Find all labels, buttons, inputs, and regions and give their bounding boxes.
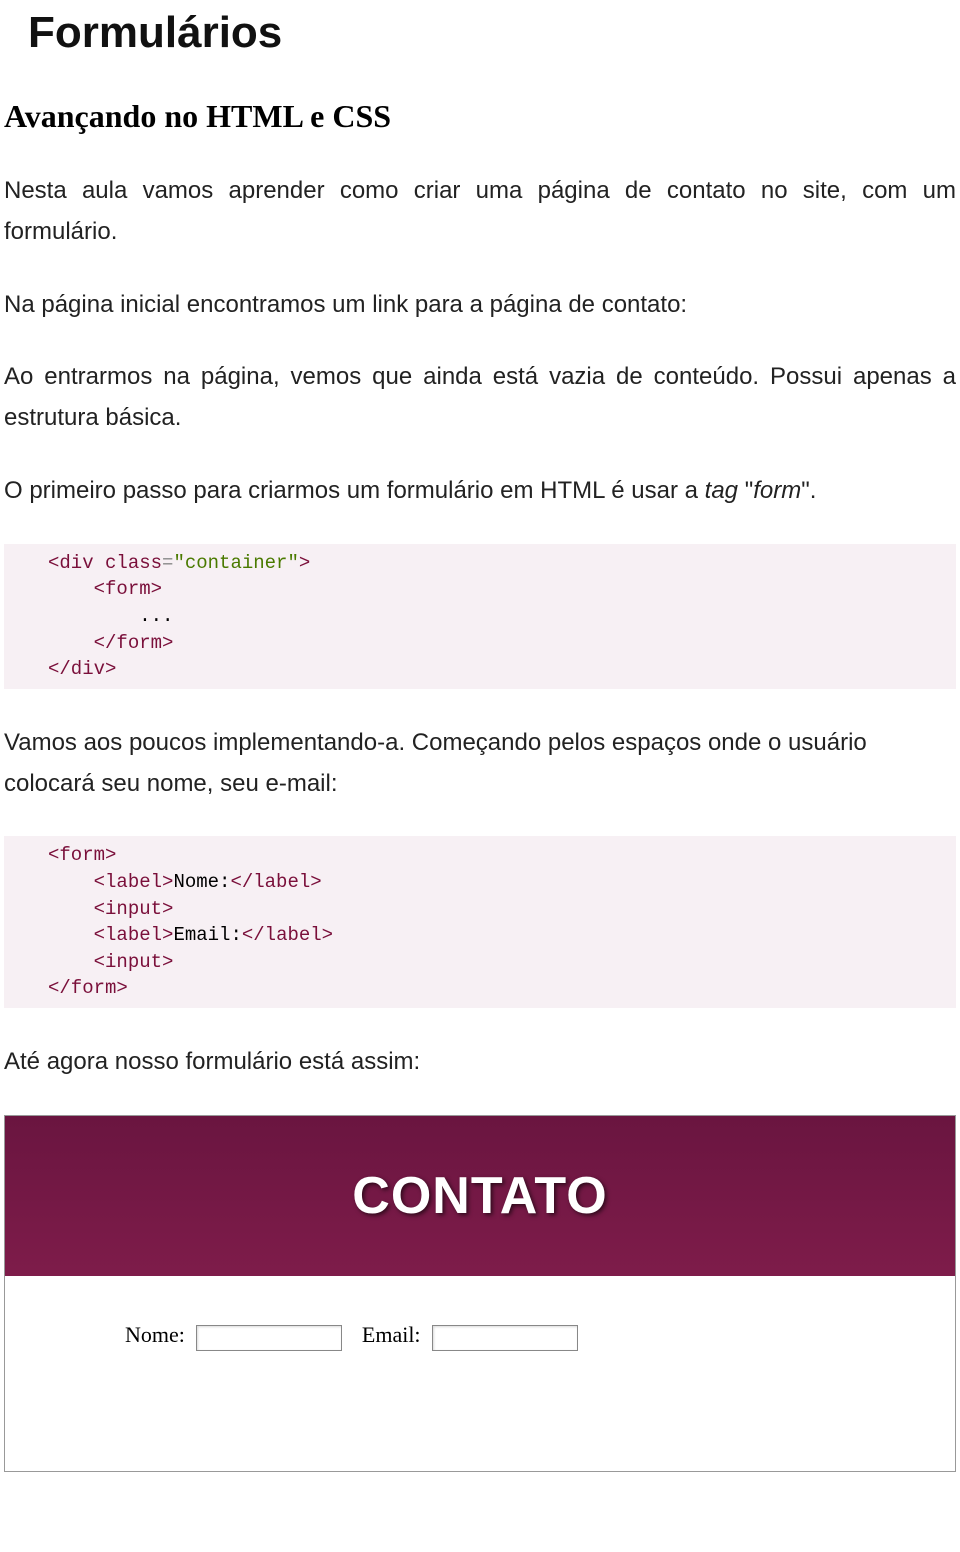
nome-input[interactable]: [196, 1325, 342, 1351]
code-token: </form>: [48, 977, 128, 999]
code-token: >: [299, 552, 310, 574]
text: O primeiro passo para criarmos um formul…: [4, 477, 705, 504]
italic-tag: tag: [705, 477, 738, 504]
preview-header: CONTATO: [5, 1116, 955, 1276]
preview-form-area: Nome: Email:: [5, 1276, 955, 1471]
form-preview: CONTATO Nome: Email:: [4, 1115, 956, 1472]
text: ".: [801, 477, 816, 504]
code-token: =: [162, 552, 173, 574]
code-token: </div>: [48, 658, 116, 680]
text: ": [738, 477, 753, 504]
code-token: <form>: [48, 844, 116, 866]
preview-title: CONTATO: [352, 1166, 607, 1226]
nome-label: Nome:: [125, 1322, 185, 1347]
code-token: </form>: [94, 632, 174, 654]
code-token: <form>: [94, 578, 162, 600]
code-token: <label>: [94, 924, 174, 946]
code-token: <input>: [94, 898, 174, 920]
code-token: <label>: [94, 871, 174, 893]
code-token: <input>: [94, 951, 174, 973]
code-token: class: [105, 552, 162, 574]
code-block-form-labels: <form> <label>Nome:</label> <input> <lab…: [4, 836, 956, 1008]
code-token: "container": [173, 552, 298, 574]
code-block-div-form: <div class="container"> <form> ... </for…: [4, 544, 956, 689]
code-token: Email:: [173, 924, 241, 946]
paragraph-intro: Nesta aula vamos aprender como criar uma…: [4, 171, 956, 253]
paragraph-link: Na página inicial encontramos um link pa…: [4, 285, 956, 326]
code-token: <div: [48, 552, 105, 574]
paragraph-implement: Vamos aos poucos implementando-a. Começa…: [4, 723, 956, 805]
paragraph-first-step: O primeiro passo para criarmos um formul…: [4, 471, 956, 512]
code-token: Nome:: [173, 871, 230, 893]
page-title: Formulários: [28, 8, 956, 58]
code-token: </label>: [230, 871, 321, 893]
code-token: ...: [139, 605, 173, 627]
email-input[interactable]: [432, 1325, 578, 1351]
email-label: Email:: [362, 1322, 421, 1347]
section-heading: Avançando no HTML e CSS: [4, 98, 956, 135]
italic-form: form: [753, 477, 801, 504]
paragraph-empty: Ao entrarmos na página, vemos que ainda …: [4, 357, 956, 439]
paragraph-so-far: Até agora nosso formulário está assim:: [4, 1042, 956, 1083]
code-token: </label>: [242, 924, 333, 946]
